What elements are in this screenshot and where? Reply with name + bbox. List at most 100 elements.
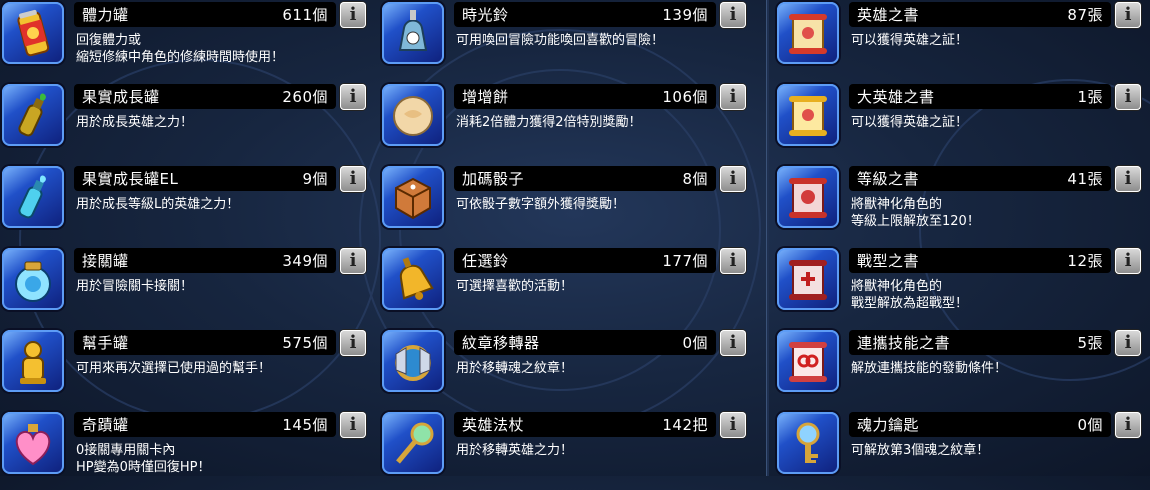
item-description: 可解放第3個魂之紋章！ <box>851 443 990 458</box>
info-button[interactable]: i <box>1115 2 1141 28</box>
item-count: 41張 <box>1067 170 1103 188</box>
info-button[interactable]: i <box>1115 166 1141 192</box>
item-count: 9個 <box>302 170 328 188</box>
item-row[interactable]: 英雄法杖 142把 i 用於移轉英雄之力！ <box>382 410 754 490</box>
item-name: 時光鈴 <box>462 6 509 24</box>
link-skill-scroll-icon <box>777 330 839 392</box>
item-count: 8個 <box>682 170 708 188</box>
item-row[interactable]: 幫手罐 575個 i 可用來再次選擇已使用過的幫手！ <box>2 328 374 408</box>
item-description: 解放連攜技能的發動條件！ <box>851 361 1008 376</box>
item-row[interactable]: 奇蹟罐 145個 i 0接關專用關卡內 HP變為0時僅回復HP！ <box>2 410 374 490</box>
item-name-bar: 等級之書 41張 <box>849 166 1111 191</box>
item-name-bar: 時光鈴 139個 <box>454 2 716 27</box>
item-description: 用於移轉英雄之力！ <box>456 443 574 458</box>
item-row[interactable]: 果實成長罐 260個 i 用於成長英雄之力！ <box>2 82 374 162</box>
item-name: 英雄法杖 <box>462 416 525 434</box>
item-description: 將獸神化角色的 等級上限解放至120！ <box>851 197 980 229</box>
info-button[interactable]: i <box>340 84 366 110</box>
item-name-bar: 紋章移轉器 0個 <box>454 330 716 355</box>
info-button[interactable]: i <box>1115 330 1141 356</box>
item-name: 紋章移轉器 <box>462 334 540 352</box>
item-row[interactable]: 果實成長罐EL 9個 i 用於成長等級L的英雄之力！ <box>2 164 374 244</box>
item-name: 連攜技能之書 <box>857 334 951 352</box>
info-button[interactable]: i <box>720 84 746 110</box>
info-icon: i <box>1124 86 1132 107</box>
level-scroll-icon <box>777 166 839 228</box>
item-row[interactable]: 戰型之書 12張 i 將獸神化角色的 戰型解放為超戰型！ <box>777 246 1149 326</box>
item-count: 177個 <box>662 252 708 270</box>
item-column-3: 英雄之書 87張 i 可以獲得英雄之証！ 大英雄之書 1張 i 可以獲得英雄之証… <box>777 0 1150 476</box>
item-row[interactable]: 魂力鑰匙 0個 i 可解放第3個魂之紋章！ <box>777 410 1149 490</box>
info-button[interactable]: i <box>720 330 746 356</box>
item-count: 145個 <box>282 416 328 434</box>
item-row[interactable]: 時光鈴 139個 i 可用喚回冒險功能喚回喜歡的冒險！ <box>382 0 754 80</box>
item-name-bar: 加碼骰子 8個 <box>454 166 716 191</box>
item-row[interactable]: 紋章移轉器 0個 i 用於移轉魂之紋章！ <box>382 328 754 408</box>
item-row[interactable]: 任選鈴 177個 i 可選擇喜歡的活動！ <box>382 246 754 326</box>
item-column-1: 體力罐 611個 i 回復體力或 縮短修練中角色的修練時間時使用！ 果實成長罐 … <box>2 0 377 476</box>
item-description: 回復體力或 縮短修練中角色的修練時間時使用！ <box>76 33 285 65</box>
info-icon: i <box>729 414 737 435</box>
item-name-bar: 英雄法杖 142把 <box>454 412 716 437</box>
info-button[interactable]: i <box>720 2 746 28</box>
info-icon: i <box>349 4 357 25</box>
item-name: 大英雄之書 <box>857 88 935 106</box>
info-icon: i <box>1124 4 1132 25</box>
item-name: 英雄之書 <box>857 6 920 24</box>
item-count: 5張 <box>1077 334 1103 352</box>
item-row[interactable]: 體力罐 611個 i 回復體力或 縮短修練中角色的修練時間時使用！ <box>2 0 374 80</box>
soul-key-icon <box>777 412 839 474</box>
item-row[interactable]: 英雄之書 87張 i 可以獲得英雄之証！ <box>777 0 1149 80</box>
info-button[interactable]: i <box>340 248 366 274</box>
item-count: 87張 <box>1067 6 1103 24</box>
info-button[interactable]: i <box>340 166 366 192</box>
item-count: 0個 <box>1077 416 1103 434</box>
item-description: 用於移轉魂之紋章！ <box>456 361 574 376</box>
info-button[interactable]: i <box>720 412 746 438</box>
item-count: 349個 <box>282 252 328 270</box>
item-name: 戰型之書 <box>857 252 920 270</box>
info-icon: i <box>349 86 357 107</box>
battle-type-scroll-icon <box>777 248 839 310</box>
item-name: 魂力鑰匙 <box>857 416 920 434</box>
info-button[interactable]: i <box>720 166 746 192</box>
stamina-can-icon <box>2 2 64 64</box>
item-name: 增增餅 <box>462 88 509 106</box>
item-description: 可以獲得英雄之証！ <box>851 33 969 48</box>
item-description: 消耗2倍體力獲得2倍特別獎勵！ <box>456 115 642 130</box>
hero-scroll-icon <box>777 2 839 64</box>
info-button[interactable]: i <box>1115 248 1141 274</box>
info-button[interactable]: i <box>720 248 746 274</box>
item-name: 幫手罐 <box>82 334 129 352</box>
info-icon: i <box>729 86 737 107</box>
item-count: 1張 <box>1077 88 1103 106</box>
column-divider <box>766 0 769 476</box>
item-count: 106個 <box>662 88 708 106</box>
item-name-bar: 接關罐 349個 <box>74 248 336 273</box>
fruit-growth-bottle-el-icon <box>2 166 64 228</box>
info-button[interactable]: i <box>1115 412 1141 438</box>
item-description: 用於成長英雄之力！ <box>76 115 194 130</box>
item-row[interactable]: 連攜技能之書 5張 i 解放連攜技能的發動條件！ <box>777 328 1149 408</box>
item-row[interactable]: 等級之書 41張 i 將獸神化角色的 等級上限解放至120！ <box>777 164 1149 244</box>
info-icon: i <box>1124 168 1132 189</box>
info-icon: i <box>1124 414 1132 435</box>
miracle-jar-icon <box>2 412 64 474</box>
hero-staff-icon <box>382 412 444 474</box>
info-button[interactable]: i <box>340 412 366 438</box>
item-row[interactable]: 加碼骰子 8個 i 可依骰子數字額外獲得獎勵！ <box>382 164 754 244</box>
time-bell-icon <box>382 2 444 64</box>
fruit-growth-bottle-icon <box>2 84 64 146</box>
item-name: 體力罐 <box>82 6 129 24</box>
item-row[interactable]: 接關罐 349個 i 用於冒險關卡接關！ <box>2 246 374 326</box>
info-button[interactable]: i <box>340 2 366 28</box>
item-row[interactable]: 增增餅 106個 i 消耗2倍體力獲得2倍特別獎勵！ <box>382 82 754 162</box>
item-row[interactable]: 大英雄之書 1張 i 可以獲得英雄之証！ <box>777 82 1149 162</box>
item-column-2: 時光鈴 139個 i 可用喚回冒險功能喚回喜歡的冒險！ 增增餅 106個 i 消… <box>382 0 757 476</box>
item-name-bar: 增增餅 106個 <box>454 84 716 109</box>
info-button[interactable]: i <box>1115 84 1141 110</box>
item-name-bar: 戰型之書 12張 <box>849 248 1111 273</box>
info-button[interactable]: i <box>340 330 366 356</box>
choice-bell-icon <box>382 248 444 310</box>
item-name-bar: 果實成長罐EL 9個 <box>74 166 336 191</box>
